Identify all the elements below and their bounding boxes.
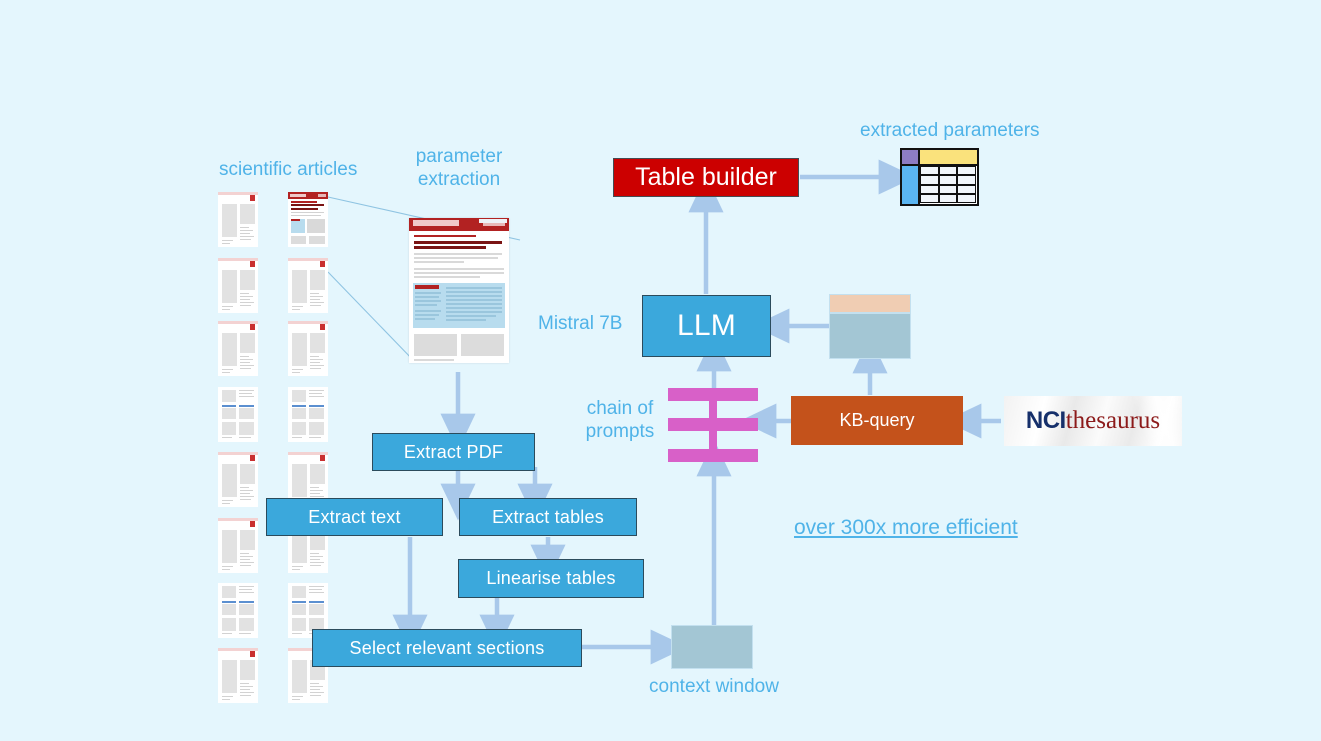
article-thumbnail — [288, 387, 328, 442]
article-title-line-1 — [414, 241, 502, 244]
article-affil-2 — [414, 272, 504, 274]
article-thumbnail — [218, 387, 258, 442]
table-icon-cell — [938, 193, 958, 203]
extract-tables-box[interactable]: Extract tables — [459, 498, 637, 536]
article-thumbnail — [218, 583, 258, 638]
table-icon-cell — [920, 184, 939, 194]
table-builder-label: Table builder — [635, 163, 777, 191]
select-relevant-sections-box[interactable]: Select relevant sections — [312, 629, 582, 667]
label-parameter-extraction-line1: parameter — [415, 146, 503, 167]
article-thumbnail — [218, 258, 258, 313]
label-extracted-parameters: extracted parameters — [860, 120, 1040, 141]
article-thumbnail — [218, 518, 258, 573]
label-chain-of-prompts-line2: prompts — [585, 421, 655, 442]
nci-thesaurus-logo[interactable]: NCI thesaurus — [1004, 396, 1182, 446]
connector-layer — [327, 159, 1001, 665]
extract-pdf-label: Extract PDF — [403, 441, 504, 462]
table-icon-cell — [920, 175, 939, 185]
article-affil-1 — [414, 268, 504, 270]
table-icon-cell — [938, 184, 958, 194]
select-relevant-sections-label: Select relevant sections — [349, 637, 545, 658]
extract-text-box[interactable]: Extract text — [266, 498, 443, 536]
article-authors-3 — [414, 261, 464, 263]
table-icon-cell — [957, 184, 976, 194]
llm-label: LLM — [677, 309, 736, 342]
article-body-col-right — [461, 334, 504, 356]
table-icon-header-row — [920, 150, 977, 166]
llm-box[interactable]: LLM — [642, 295, 771, 357]
table-icon-cell — [957, 193, 976, 203]
table-icon-cell — [957, 175, 976, 185]
extract-pdf-box[interactable]: Extract PDF — [372, 433, 535, 471]
label-scientific-articles: scientific articles — [219, 159, 358, 180]
linearise-tables-box[interactable]: Linearise tables — [458, 559, 644, 598]
context-window-box — [671, 625, 753, 669]
article-thumbnail-selected — [288, 192, 328, 247]
article-thumbnail — [218, 452, 258, 507]
chain-bar-3 — [668, 449, 758, 462]
nci-logo-text: NCI — [1025, 407, 1066, 434]
kb-result-peach-strip — [829, 294, 911, 313]
table-icon-left-column — [902, 166, 920, 204]
table-icon-cell — [957, 166, 976, 176]
article-thumbnail — [288, 321, 328, 376]
chain-of-prompts-graphic — [668, 388, 758, 462]
article-footer — [414, 359, 454, 361]
article-doi-line — [414, 235, 476, 237]
article-title-line-2 — [414, 246, 486, 249]
table-builder-box[interactable]: Table builder — [613, 158, 799, 197]
label-parameter-extraction-line2: extraction — [417, 169, 501, 190]
kb-result-box — [829, 313, 911, 359]
article-affil-3 — [414, 276, 480, 278]
table-icon-cell — [920, 193, 939, 203]
linearise-tables-label: Linearise tables — [486, 568, 616, 588]
kb-query-box[interactable]: KB-query — [791, 396, 963, 445]
table-icon-cell — [938, 175, 958, 185]
extracted-parameters-table-icon — [900, 148, 979, 206]
article-thumbnail — [218, 648, 258, 703]
label-chain-of-prompts-line1: chain of — [586, 398, 654, 419]
article-abstract-block — [413, 283, 505, 328]
thesaurus-logo-text: thesaurus — [1065, 407, 1161, 434]
article-thumbnail — [218, 192, 258, 247]
article-body-col-left — [414, 334, 457, 356]
label-efficiency-note: over 300x more efficient — [794, 516, 1018, 539]
chain-bar-2 — [668, 418, 758, 431]
diagram-canvas: scientific articles parameter extraction… — [0, 0, 1321, 741]
extract-tables-label: Extract tables — [492, 506, 604, 527]
table-icon-cell — [920, 166, 939, 176]
label-mistral-7b: Mistral 7B — [538, 313, 623, 334]
table-icon-corner-cell — [902, 150, 920, 166]
article-authors-1 — [414, 253, 502, 255]
article-thumbnail — [218, 321, 258, 376]
table-icon-cell — [938, 166, 958, 176]
article-corner-tag — [479, 219, 507, 223]
label-context-window: context window — [649, 676, 779, 697]
enlarged-article-page — [409, 218, 509, 363]
chain-bar-1 — [668, 388, 758, 401]
article-thumbnail — [288, 258, 328, 313]
article-authors-2 — [414, 257, 498, 259]
extract-text-label: Extract text — [308, 506, 401, 527]
kb-query-label: KB-query — [839, 410, 915, 430]
